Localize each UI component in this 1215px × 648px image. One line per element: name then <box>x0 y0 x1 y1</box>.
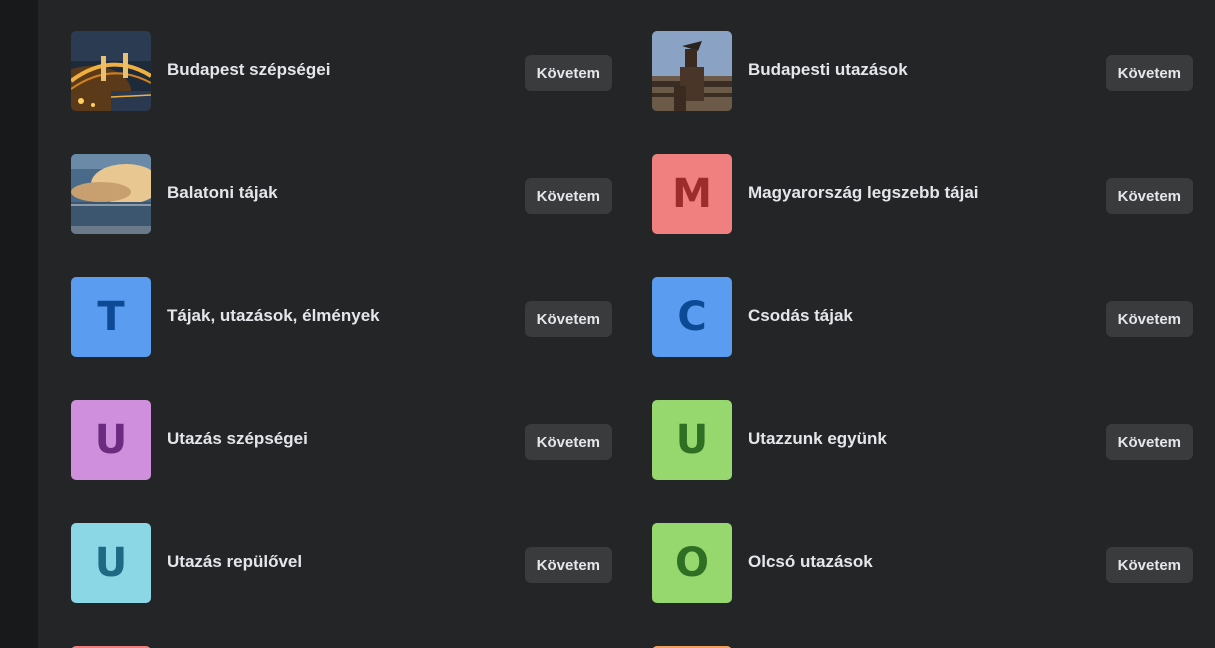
group-letter-avatar[interactable]: O <box>652 523 732 603</box>
follow-button[interactable]: Követem <box>524 55 612 91</box>
avatar-letter: C <box>677 294 707 340</box>
follow-button[interactable]: Követem <box>524 178 612 214</box>
groups-panel: Budapest szépségei Követem Budapesti uta… <box>38 0 1215 648</box>
left-rail <box>0 0 38 648</box>
group-letter-avatar[interactable]: U <box>652 400 732 480</box>
avatar-letter: U <box>94 417 128 463</box>
group-item[interactable]: O Olcsó utazások Követem <box>652 523 1193 603</box>
follow-button[interactable]: Követem <box>524 424 612 460</box>
follow-button[interactable]: Követem <box>1105 547 1193 583</box>
group-item[interactable]: U Utazzunk együnk Követem <box>652 400 1193 480</box>
group-item[interactable]: U Utazás szépségei Követem <box>71 400 612 480</box>
follow-button[interactable]: Követem <box>1105 178 1193 214</box>
group-item[interactable]: M Magyarország legszebb tájai Követem <box>652 154 1193 234</box>
avatar-letter: U <box>675 417 709 463</box>
group-letter-avatar[interactable]: U <box>71 400 151 480</box>
group-photo-lake[interactable] <box>71 154 151 234</box>
group-item[interactable]: Budapest szépségei Követem <box>71 31 612 111</box>
group-letter-avatar[interactable]: C <box>652 277 732 357</box>
avatar-letter: M <box>672 171 712 217</box>
avatar-letter: U <box>94 540 128 586</box>
group-letter-avatar[interactable]: M <box>652 154 732 234</box>
group-photo-chain-bridge[interactable] <box>71 31 151 111</box>
avatar-letter: O <box>674 540 709 586</box>
group-item[interactable]: Balatoni tájak Követem <box>71 154 612 234</box>
follow-button[interactable]: Követem <box>524 301 612 337</box>
follow-button[interactable]: Követem <box>1105 301 1193 337</box>
group-item[interactable]: Budapesti utazások Követem <box>652 31 1193 111</box>
follow-button[interactable]: Követem <box>1105 55 1193 91</box>
group-letter-avatar[interactable]: T <box>71 277 151 357</box>
groups-grid: Budapest szépségei Követem Budapesti uta… <box>71 31 1193 603</box>
follow-button[interactable]: Követem <box>524 547 612 583</box>
follow-button[interactable]: Követem <box>1105 424 1193 460</box>
group-letter-avatar[interactable]: U <box>71 523 151 603</box>
group-item[interactable]: T Tájak, utazások, élmények Követem <box>71 277 612 357</box>
group-item[interactable]: U Utazás repülővel Követem <box>71 523 612 603</box>
avatar-letter: T <box>97 294 125 340</box>
group-item[interactable]: C Csodás tájak Követem <box>652 277 1193 357</box>
group-photo-statue[interactable] <box>652 31 732 111</box>
